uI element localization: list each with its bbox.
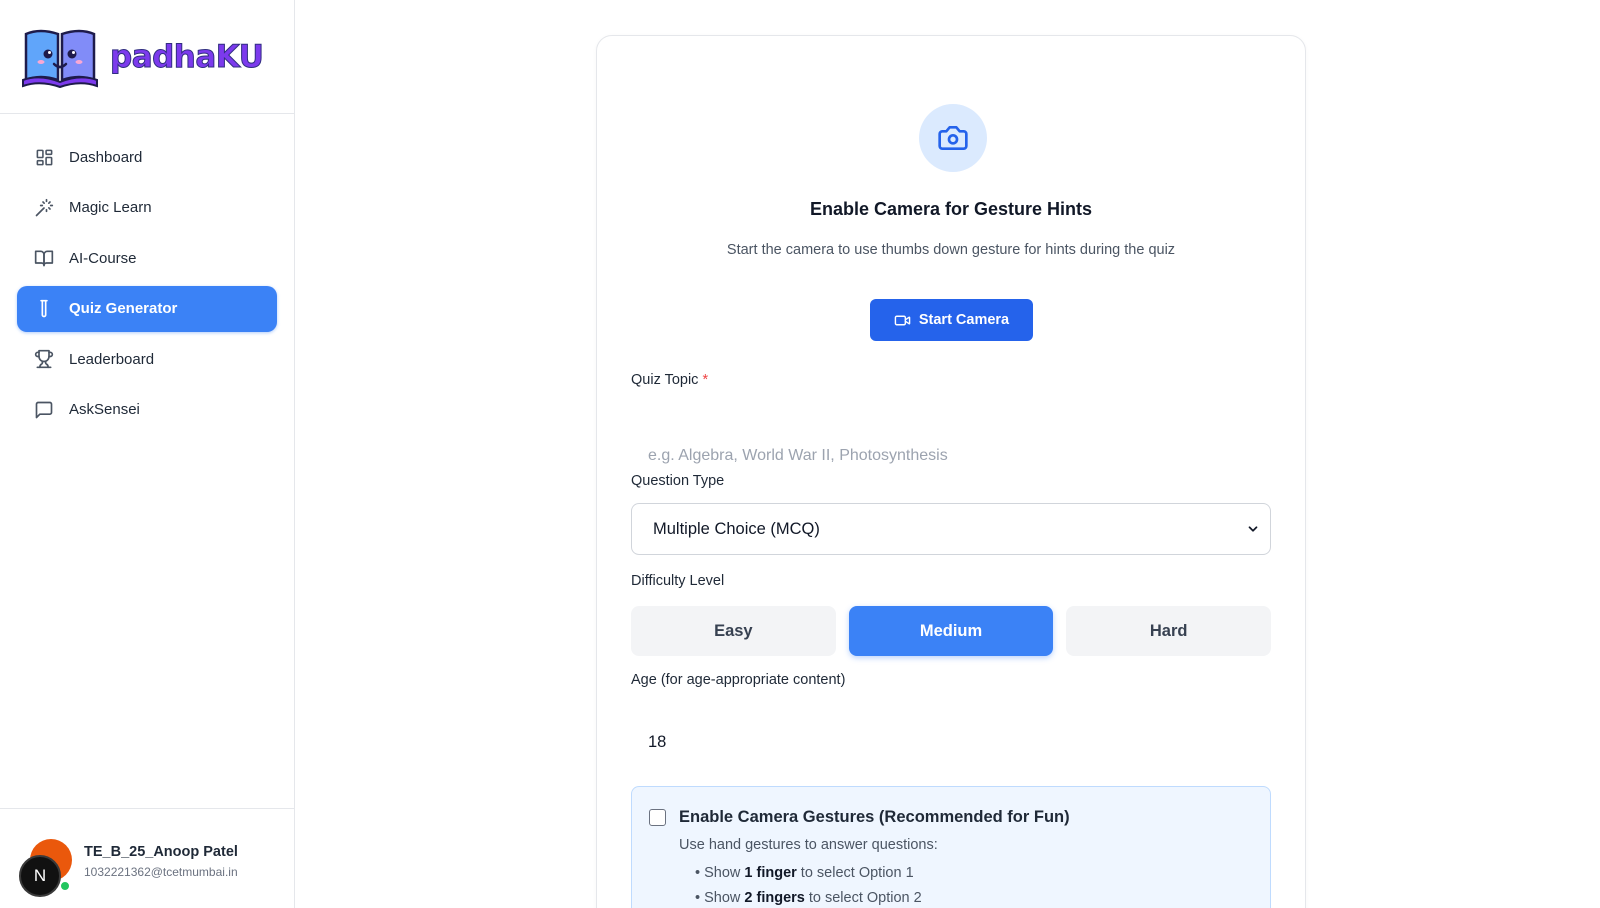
difficulty-hard-button[interactable]: Hard [1066,606,1272,656]
sidebar-item-label: Leaderboard [69,350,155,368]
sidebar-item-quiz-generator[interactable]: Quiz Generator [17,285,277,332]
camera-gestures-panel: Enable Camera Gestures (Recommended for … [631,786,1271,908]
difficulty-medium-button[interactable]: Medium [848,606,1054,656]
sidebar: padhaKU Dashboard Magic Learn AI-Course … [0,0,295,908]
user-email: 1032221362@tcetmumbai.in [84,865,238,879]
sidebar-item-label: Magic Learn [69,199,152,216]
brand-name: padhaKU [109,38,264,75]
camera-icon-badge [919,104,987,172]
quiz-generator-card: Enable Camera for Gesture Hints Start th… [596,35,1306,908]
sidebar-item-leaderboard[interactable]: Leaderboard [17,336,277,382]
sidebar-item-label: AskSensei [69,401,140,418]
magic-wand-icon [34,198,54,218]
trophy-icon [34,349,54,369]
required-marker: * [702,372,709,388]
chat-bubble-icon [34,400,54,420]
sidebar-item-magic-learn[interactable]: Magic Learn [17,185,277,231]
quiz-topic-label-text: Quiz Topic [631,372,699,388]
camera-section-subtitle: Start the camera to use thumbs down gest… [726,242,1176,258]
brand-logo[interactable]: padhaKU [0,0,294,114]
gesture-instruction-item: • Show 2 fingers to select Option 2 [695,890,922,906]
test-tube-icon [34,299,54,319]
sidebar-item-label: Dashboard [69,148,143,166]
gestures-title: Enable Camera Gestures (Recommended for … [679,808,1070,826]
enable-gestures-checkbox[interactable] [649,809,666,826]
question-type-select[interactable]: Multiple Choice (MCQ) [631,503,1271,555]
video-camera-icon [894,312,911,329]
user-initial-avatar[interactable]: N [19,855,61,897]
question-type-selected: Multiple Choice (MCQ) [653,519,820,538]
start-camera-label: Start Camera [918,312,1010,328]
user-name: TE_B_25_Anoop Patel [84,844,238,860]
age-label: Age (for age-appropriate content) [631,672,846,688]
sidebar-item-label: Quiz Generator [69,300,178,317]
start-camera-button[interactable]: Start Camera [870,299,1033,341]
online-status-indicator [60,881,70,891]
gesture-instruction-item: • Show 1 finger to select Option 1 [695,865,914,881]
camera-icon [937,122,969,154]
open-book-icon [34,248,54,268]
sidebar-item-ai-course[interactable]: AI-Course [17,235,277,281]
dashboard-grid-icon [34,147,54,167]
book-mascot-logo-icon [20,26,100,88]
sidebar-item-asksensei[interactable]: AskSensei [17,387,277,433]
difficulty-label: Difficulty Level [631,573,725,589]
difficulty-easy-button[interactable]: Easy [631,606,836,656]
difficulty-selector: Easy Medium Hard [631,606,1272,656]
sidebar-item-dashboard[interactable]: Dashboard [17,134,277,180]
camera-section-title: Enable Camera for Gesture Hints [809,199,1093,219]
sidebar-item-label: AI-Course [69,249,137,267]
quiz-topic-label: Quiz Topic * [631,372,708,388]
question-type-label: Question Type [631,473,725,489]
quiz-topic-input[interactable] [631,436,1271,476]
gestures-subtitle: Use hand gestures to answer questions: [679,837,938,853]
chevron-down-icon [1246,522,1260,536]
user-profile[interactable]: N TE_B_25_Anoop Patel 1032221362@tcetmum… [0,808,295,908]
age-input[interactable]: 18 [631,722,1271,762]
sidebar-nav: Dashboard Magic Learn AI-Course Quiz Gen… [0,114,294,433]
